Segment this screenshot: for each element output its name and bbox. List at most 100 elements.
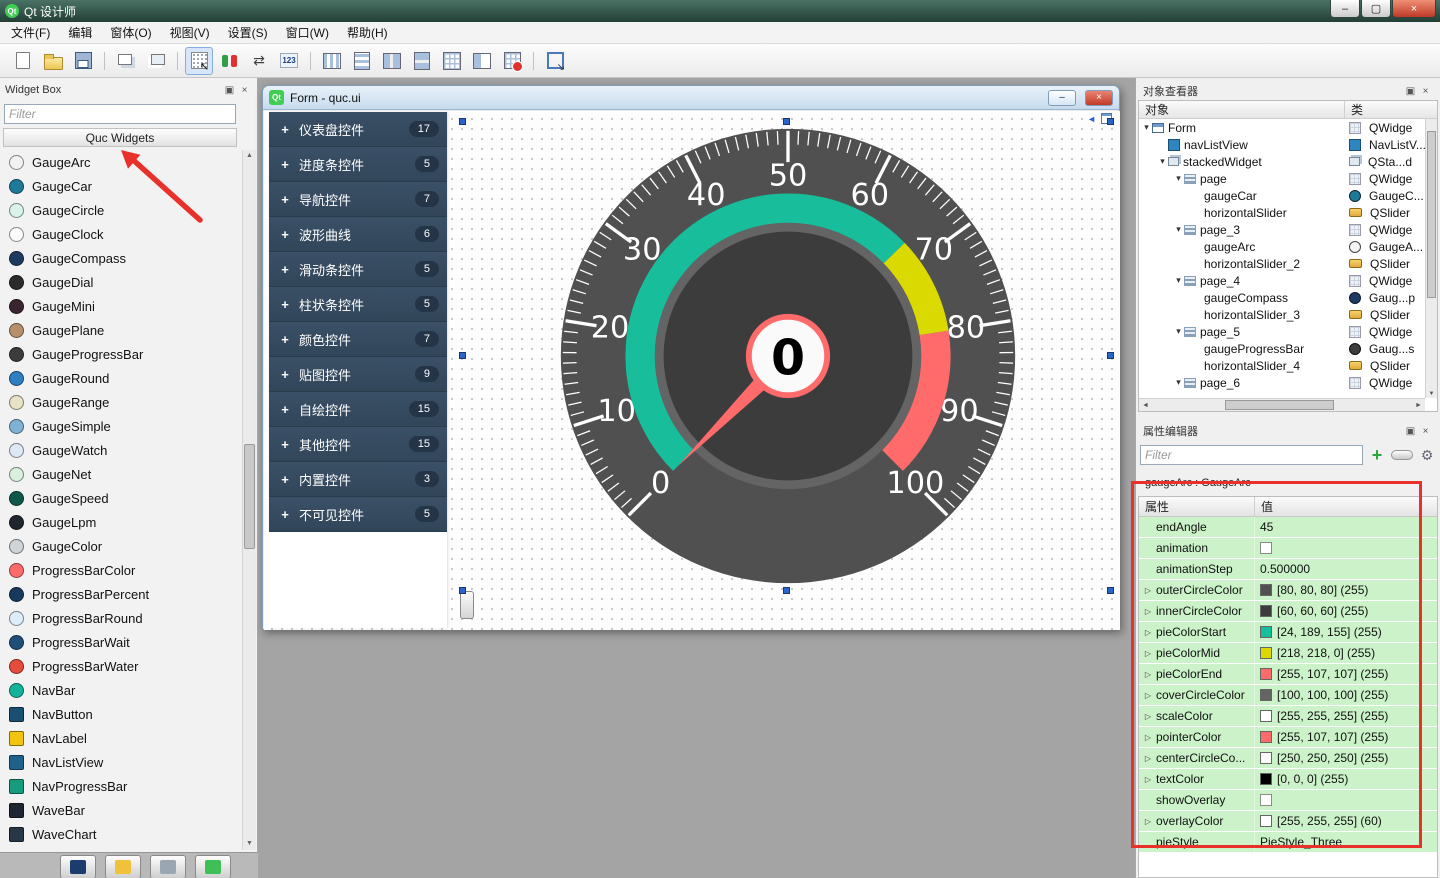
checkbox[interactable]: [1260, 542, 1272, 554]
widget-box-item[interactable]: GaugeProgressBar: [3, 342, 240, 366]
widget-box-item[interactable]: GaugeMini: [3, 294, 240, 318]
taskbar-item[interactable]: [60, 855, 96, 878]
property-options-button[interactable]: [1391, 450, 1413, 460]
selection-handle[interactable]: [783, 587, 790, 594]
object-tree-row[interactable]: horizontalSlider_4 QSlider: [1139, 357, 1425, 374]
save-form-button[interactable]: [69, 47, 97, 75]
property-value[interactable]: [255, 255, 255] (255): [1277, 709, 1388, 723]
selection-handle[interactable]: [1107, 352, 1114, 359]
object-tree-row[interactable]: ▾ Form QWidge: [1139, 119, 1425, 136]
layout-grid-button[interactable]: [438, 47, 466, 75]
widget-filter-input[interactable]: [4, 104, 236, 124]
back-arrow-icon[interactable]: ◄: [1087, 114, 1096, 124]
widget-box-item[interactable]: GaugeLpm: [3, 510, 240, 534]
close-button[interactable]: ×: [1392, 0, 1436, 18]
property-row[interactable]: ▷ centerCircleCo... [250, 250, 250] (255…: [1139, 748, 1437, 769]
object-tree-row[interactable]: ▾ page_3 QWidge: [1139, 221, 1425, 238]
window-tile-button[interactable]: [142, 47, 170, 75]
branch-expander-icon[interactable]: ▷: [1143, 691, 1153, 700]
menu-settings[interactable]: 设置(S): [219, 21, 277, 44]
column-object[interactable]: 对象: [1139, 101, 1345, 118]
expander-icon[interactable]: ▾: [1157, 156, 1168, 167]
expander-icon[interactable]: ▾: [1141, 122, 1152, 133]
widget-list-scrollbar[interactable]: ▲ ▼: [242, 150, 256, 850]
object-tree-row[interactable]: horizontalSlider_3 QSlider: [1139, 306, 1425, 323]
category-item[interactable]: + 不可见控件 5: [269, 497, 447, 532]
category-item[interactable]: + 贴图控件 9: [269, 357, 447, 392]
property-value[interactable]: [250, 250, 250] (255): [1277, 751, 1388, 765]
property-value[interactable]: [218, 218, 0] (255): [1277, 646, 1375, 660]
configure-icon[interactable]: ⚙: [1418, 447, 1436, 464]
open-form-button[interactable]: [39, 47, 67, 75]
property-row[interactable]: ▷ innerCircleColor [60, 60, 60] (255): [1139, 601, 1437, 622]
property-value[interactable]: [255, 255, 255] (60): [1277, 814, 1382, 828]
edit-widgets-button[interactable]: [185, 47, 213, 75]
menu-form[interactable]: 窗体(O): [101, 21, 160, 44]
widget-box-item[interactable]: ProgressBarWait: [3, 630, 240, 654]
category-item[interactable]: + 自绘控件 15: [269, 392, 447, 427]
property-value[interactable]: [255, 107, 107] (255): [1277, 730, 1388, 744]
close-dock-icon[interactable]: ×: [1418, 424, 1433, 438]
float-dock-icon[interactable]: ▣: [1403, 424, 1418, 438]
widget-box-item[interactable]: NavLabel: [3, 726, 240, 750]
menu-view[interactable]: 视图(V): [161, 21, 219, 44]
widget-box-item[interactable]: GaugeDial: [3, 270, 240, 294]
maximize-button[interactable]: ▢: [1361, 0, 1391, 18]
object-tree-row[interactable]: horizontalSlider QSlider: [1139, 204, 1425, 221]
form-title-bar[interactable]: Qt Form - quc.ui – ×: [263, 86, 1119, 110]
widget-box-item[interactable]: GaugeNet: [3, 462, 240, 486]
expander-icon[interactable]: ▾: [1173, 173, 1184, 184]
object-tree-hscrollbar[interactable]: ◄ ►: [1139, 398, 1425, 411]
property-value[interactable]: [80, 80, 80] (255): [1277, 583, 1368, 597]
object-tree-row[interactable]: gaugeCompass Gaug...p: [1139, 289, 1425, 306]
widget-box-item[interactable]: NavProgressBar: [3, 774, 240, 798]
widget-box-item[interactable]: GaugeClock: [3, 222, 240, 246]
scroll-down-icon[interactable]: ▼: [1426, 391, 1437, 397]
menu-edit[interactable]: 编辑: [59, 21, 101, 44]
property-row[interactable]: pieStyle PieStyle_Three: [1139, 832, 1437, 853]
branch-expander-icon[interactable]: ▷: [1143, 586, 1153, 595]
property-filter-input[interactable]: [1140, 445, 1363, 465]
widget-box-item[interactable]: NavButton: [3, 702, 240, 726]
property-value[interactable]: [255, 107, 107] (255): [1277, 667, 1388, 681]
property-row[interactable]: ▷ scaleColor [255, 255, 255] (255): [1139, 706, 1437, 727]
widget-box-item[interactable]: WaveChart: [3, 822, 240, 846]
close-dock-icon[interactable]: ×: [1418, 84, 1433, 98]
object-tree-row[interactable]: navListView NavListV...: [1139, 136, 1425, 153]
edit-buddies-button[interactable]: [245, 47, 273, 75]
property-row[interactable]: showOverlay: [1139, 790, 1437, 811]
selection-handle[interactable]: [459, 587, 466, 594]
scroll-right-icon[interactable]: ►: [1412, 402, 1425, 409]
object-tree-row[interactable]: horizontalSlider_2 QSlider: [1139, 255, 1425, 272]
scroll-thumb[interactable]: [1427, 131, 1436, 298]
property-row[interactable]: ▷ pointerColor [255, 107, 107] (255): [1139, 727, 1437, 748]
scroll-down-icon[interactable]: ▼: [243, 838, 256, 850]
checkbox[interactable]: [1260, 794, 1272, 806]
selection-handle[interactable]: [1107, 118, 1114, 125]
expander-icon[interactable]: ▾: [1173, 326, 1184, 337]
scroll-thumb[interactable]: [1225, 400, 1334, 410]
widget-box-item[interactable]: GaugeArc: [3, 150, 240, 174]
widget-box-item[interactable]: GaugePlane: [3, 318, 240, 342]
selection-handle[interactable]: [1107, 587, 1114, 594]
category-item[interactable]: + 进度条控件 5: [269, 147, 447, 182]
property-row[interactable]: ▷ pieColorStart [24, 189, 155] (255): [1139, 622, 1437, 643]
widget-box-item[interactable]: WaveBar: [3, 798, 240, 822]
category-item[interactable]: + 滑动条控件 5: [269, 252, 447, 287]
scroll-up-icon[interactable]: ▲: [243, 150, 256, 162]
widget-box-item[interactable]: ProgressBarColor: [3, 558, 240, 582]
scroll-left-icon[interactable]: ◄: [1139, 402, 1152, 409]
property-value[interactable]: PieStyle_Three: [1260, 835, 1342, 849]
branch-expander-icon[interactable]: ▷: [1143, 775, 1153, 784]
property-row[interactable]: endAngle 45: [1139, 517, 1437, 538]
add-property-icon[interactable]: +: [1368, 446, 1386, 464]
widget-box-item[interactable]: NavListView: [3, 750, 240, 774]
widget-box-item[interactable]: GaugeSpeed: [3, 486, 240, 510]
form-close-button[interactable]: ×: [1085, 90, 1113, 106]
widget-box-item[interactable]: GaugeRange: [3, 390, 240, 414]
float-dock-icon[interactable]: ▣: [1403, 84, 1418, 98]
expander-icon[interactable]: ▾: [1173, 224, 1184, 235]
property-row[interactable]: ▷ pieColorEnd [255, 107, 107] (255): [1139, 664, 1437, 685]
widget-box-item[interactable]: GaugeColor: [3, 534, 240, 558]
branch-expander-icon[interactable]: ▷: [1143, 712, 1153, 721]
